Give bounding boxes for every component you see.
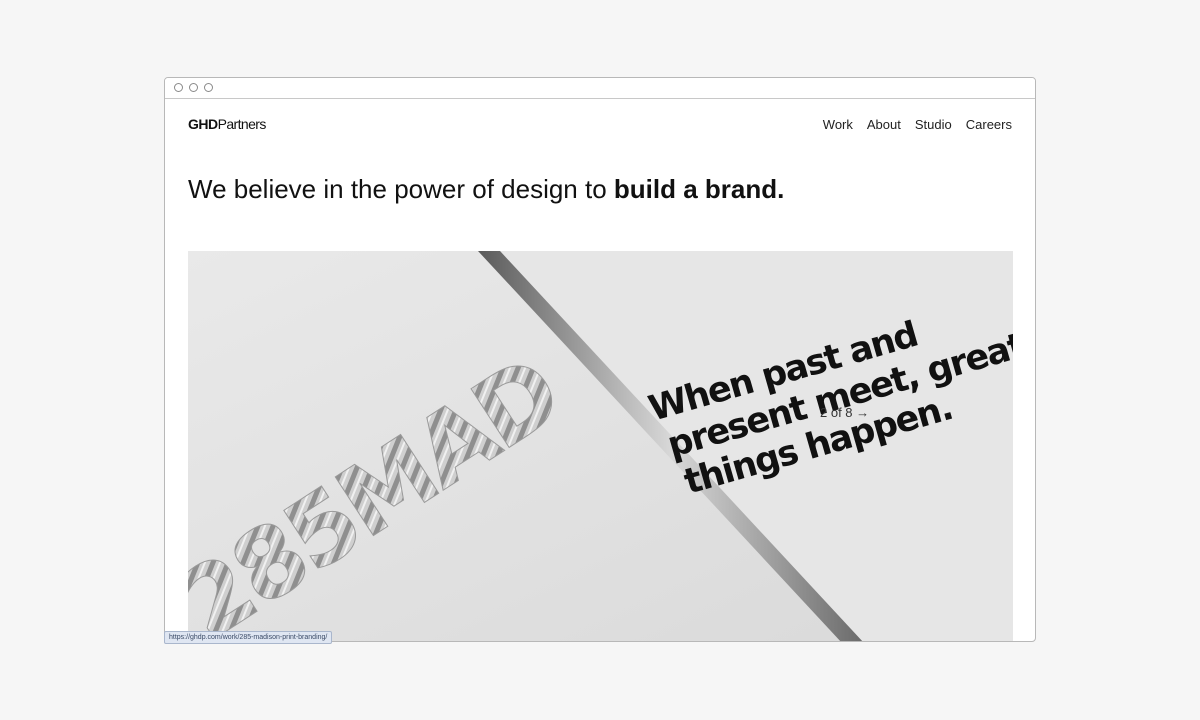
main-nav: Work About Studio Careers xyxy=(823,117,1012,132)
status-bar-url: https://ghdp.com/work/285-madison-print-… xyxy=(164,631,333,644)
slide-counter[interactable]: 2 of 8 → xyxy=(820,405,869,420)
window-titlebar xyxy=(165,78,1035,99)
nav-work-link[interactable]: Work xyxy=(823,117,853,132)
minimize-window-icon[interactable] xyxy=(189,83,198,92)
page-headline: We believe in the power of design to bui… xyxy=(188,174,784,205)
headline-regular: We believe in the power of design to xyxy=(188,174,614,204)
zoom-window-icon[interactable] xyxy=(204,83,213,92)
browser-window: GHDPartners Work About Studio Careers We… xyxy=(164,77,1036,642)
hero-artwork: 285MAD When past and present meet, great… xyxy=(188,251,1013,641)
close-window-icon[interactable] xyxy=(174,83,183,92)
nav-careers-link[interactable]: Careers xyxy=(966,117,1012,132)
logo-bold-text: GHD xyxy=(188,116,218,132)
nav-studio-link[interactable]: Studio xyxy=(915,117,952,132)
nav-about-link[interactable]: About xyxy=(867,117,901,132)
headline-bold: build a brand. xyxy=(613,174,785,204)
logo-light-text: Partners xyxy=(217,116,267,132)
site-logo[interactable]: GHDPartners xyxy=(188,116,266,132)
hero-image[interactable]: 285MAD When past and present meet, great… xyxy=(188,251,1013,641)
